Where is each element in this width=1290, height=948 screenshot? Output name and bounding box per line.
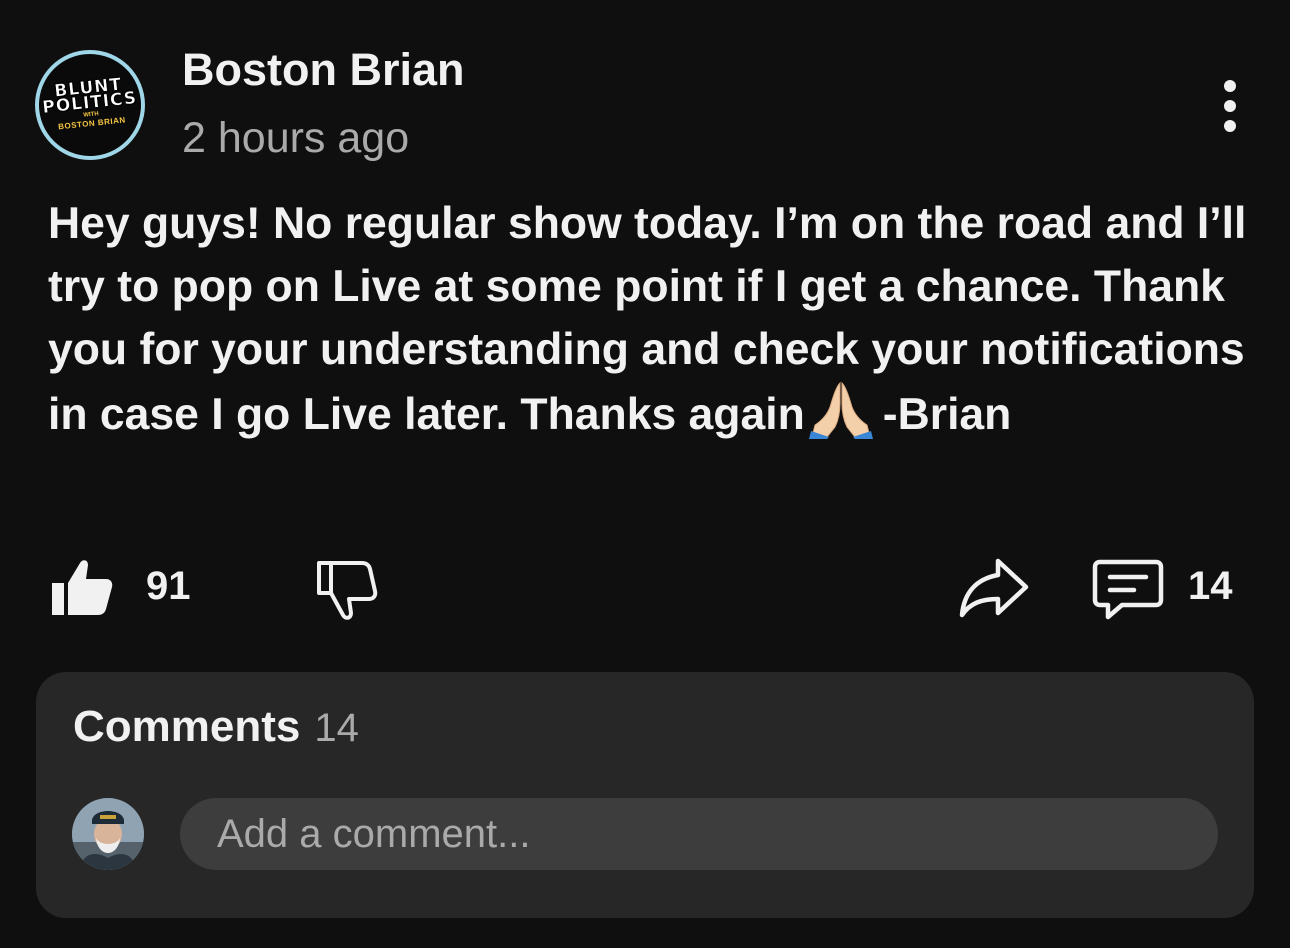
channel-avatar[interactable]: BLUNT POLITICS WITH BOSTON BRIAN (33, 48, 147, 162)
channel-logo: BLUNT POLITICS WITH BOSTON BRIAN (33, 48, 147, 162)
comment-count: 14 (1188, 564, 1233, 608)
post-timestamp: 2 hours ago (182, 114, 410, 162)
share-icon[interactable] (958, 555, 1030, 621)
comment-input[interactable] (180, 798, 1218, 870)
post-body-text: Hey guys! No regular show today. I’m on … (48, 199, 1247, 439)
logo-line-4: BOSTON BRIAN (57, 115, 127, 132)
post-body: Hey guys! No regular show today. I’m on … (48, 192, 1258, 446)
user-photo (72, 798, 144, 870)
post-signature: -Brian (882, 390, 1012, 439)
thumbs-up-icon[interactable] (48, 553, 114, 619)
community-post: BLUNT POLITICS WITH BOSTON BRIAN Boston … (0, 0, 1290, 948)
more-vert-icon[interactable] (1206, 74, 1254, 138)
comments-count: 14 (314, 706, 359, 750)
like-count: 91 (146, 564, 191, 608)
author-name[interactable]: Boston Brian (182, 44, 465, 96)
comment-icon[interactable] (1092, 556, 1164, 622)
comments-header: Comments 14 (73, 702, 359, 752)
comments-panel[interactable]: Comments 14 (36, 672, 1254, 918)
thumbs-down-icon[interactable] (313, 555, 379, 621)
folded-hands-emoji (808, 381, 873, 439)
comments-title: Comments (73, 702, 301, 751)
user-avatar[interactable] (72, 798, 144, 870)
